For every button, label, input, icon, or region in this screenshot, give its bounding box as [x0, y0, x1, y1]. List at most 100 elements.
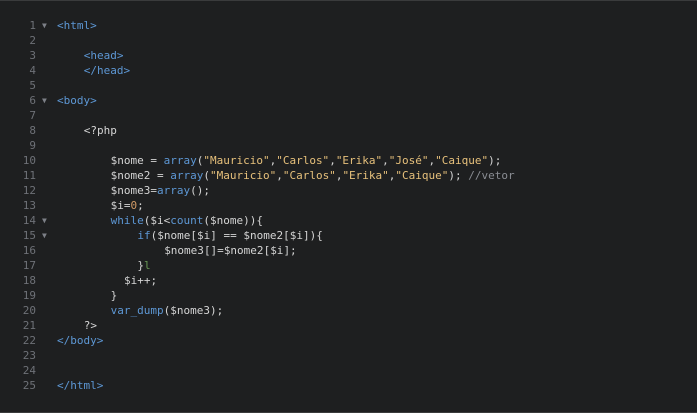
- code-token: <head>: [83, 49, 124, 62]
- code-line[interactable]: 23: [0, 348, 697, 363]
- fold-arrow-icon[interactable]: ▼: [42, 228, 50, 243]
- code-text: </head>: [84, 63, 130, 78]
- line-number: 24: [22, 364, 36, 377]
- code-token: ,: [382, 154, 389, 167]
- code-token: $i: [289, 229, 304, 242]
- code-token: $i: [270, 244, 284, 257]
- code-line[interactable]: 22 </body>: [0, 333, 697, 348]
- line-number: 5: [29, 79, 36, 92]
- code-text: $nome3=array();: [111, 183, 210, 198]
- code-token: $i: [150, 214, 164, 227]
- code-line[interactable]: 4 </head>: [0, 63, 697, 78]
- code-text: <html>: [57, 18, 97, 33]
- code-token: =: [150, 169, 171, 182]
- code-token: );: [488, 154, 502, 167]
- line-number: 12: [22, 184, 36, 197]
- line-number: 7: [29, 109, 36, 122]
- code-token: </html>: [57, 379, 104, 392]
- fold-arrow-icon[interactable]: ▼: [42, 213, 50, 228]
- code-text: if($nome[$i] == $nome2[$i]){: [137, 228, 323, 243]
- code-token: []=: [203, 244, 224, 257]
- line-number: 16: [22, 244, 36, 257]
- code-token: array: [156, 184, 191, 197]
- code-token: $i: [124, 274, 138, 287]
- fold-arrow-icon[interactable]: ▼: [42, 93, 50, 108]
- code-line[interactable]: 17}l: [0, 258, 697, 273]
- line-number: 8: [29, 124, 36, 137]
- code-token: ]){: [303, 229, 323, 242]
- code-token: "Carlos": [276, 154, 330, 167]
- line-number: 2: [29, 34, 36, 47]
- line-number: 6: [29, 94, 36, 107]
- code-token: ();: [190, 184, 210, 197]
- code-token: array: [170, 169, 204, 182]
- code-line[interactable]: 14 ▼ while($i<count($nome)){: [0, 213, 697, 228]
- line-number: 11: [22, 169, 36, 182]
- code-line[interactable]: 8 <?php: [0, 123, 697, 138]
- code-line[interactable]: 3 <head>: [0, 48, 697, 63]
- code-token: "Erika": [335, 154, 383, 167]
- code-token: (: [203, 214, 210, 227]
- code-line[interactable]: 20 var_dump($nome3);: [0, 303, 697, 318]
- line-number: 20: [22, 304, 36, 317]
- code-token: "Caique": [435, 154, 489, 167]
- code-token: <body>: [57, 94, 97, 107]
- code-token: $nome: [157, 229, 191, 242]
- code-token: $nome2: [110, 169, 151, 182]
- code-token: "Mauricio": [209, 169, 277, 182]
- code-line[interactable]: 19}: [0, 288, 697, 303]
- code-line[interactable]: 7: [0, 108, 697, 123]
- code-token: </head>: [83, 64, 131, 77]
- code-text: $nome3[]=$nome2[$i];: [164, 243, 297, 258]
- code-line[interactable]: 1 ▼ <html>: [0, 18, 697, 33]
- code-line[interactable]: 11 $nome2 = array("Mauricio","Carlos","Er…: [0, 168, 697, 183]
- code-token: );: [209, 304, 224, 317]
- code-line[interactable]: 5: [0, 78, 697, 93]
- code-token: $i: [197, 229, 211, 242]
- code-token: ++;: [137, 274, 158, 287]
- fold-arrow-icon[interactable]: ▼: [42, 18, 50, 33]
- code-text: </body>: [57, 333, 103, 348]
- line-number: 19: [22, 289, 36, 302]
- code-line[interactable]: 15 ▼ if($nome[$i] == $nome2[$i]){: [0, 228, 697, 243]
- code-text: $nome2 = array("Mauricio","Carlos","Erik…: [111, 168, 515, 183]
- line-number: 22: [22, 334, 36, 347]
- code-text: <head>: [84, 48, 124, 63]
- code-token: =: [150, 184, 157, 197]
- code-token: count: [170, 214, 204, 227]
- line-number: 14: [22, 214, 36, 227]
- code-line[interactable]: 9: [0, 138, 697, 153]
- code-line[interactable]: 2: [0, 33, 697, 48]
- code-line[interactable]: 6 ▼ <body>: [0, 93, 697, 108]
- line-number: 9: [29, 139, 36, 152]
- line-number: 3: [29, 49, 36, 62]
- code-token: "Caique": [395, 169, 449, 182]
- code-editor[interactable]: 1 ▼ <html> 2 3 <head> 4 </head> 5 6 ▼ <body> 7 8 <?php…: [0, 0, 697, 413]
- code-line[interactable]: 10 $nome = array("Mauricio","Carlos","Eri…: [0, 153, 697, 168]
- code-token: )){: [243, 214, 263, 227]
- code-token: $nome3: [170, 304, 210, 317]
- line-number: 13: [22, 199, 36, 212]
- code-line[interactable]: 21 ?>: [0, 318, 697, 333]
- code-text: </html>: [57, 378, 103, 393]
- line-number: 18: [22, 274, 36, 287]
- code-line[interactable]: 25 </html>: [0, 378, 697, 393]
- line-number: 4: [29, 64, 36, 77]
- code-text: $i++;: [124, 273, 157, 288]
- code-token: ?>: [83, 319, 98, 332]
- code-line[interactable]: 16 $nome3[]=$nome2[$i];: [0, 243, 697, 258]
- code-token: <?php: [83, 124, 117, 137]
- code-token: l: [144, 259, 151, 272]
- code-line[interactable]: 24: [0, 363, 697, 378]
- code-line[interactable]: 13 $i=0;: [0, 198, 697, 213]
- code-text: <?php: [84, 123, 117, 138]
- line-number: 17: [22, 259, 36, 272]
- code-token: ,: [276, 169, 283, 182]
- code-token: $nome2: [223, 244, 264, 257]
- code-token: $nome2: [243, 229, 284, 242]
- code-line[interactable]: 12 $nome3=array();: [0, 183, 697, 198]
- code-token: "Mauricio": [203, 154, 270, 167]
- code-text: }: [111, 288, 118, 303]
- code-line[interactable]: 18 $i++;: [0, 273, 697, 288]
- code-text: <body>: [57, 93, 97, 108]
